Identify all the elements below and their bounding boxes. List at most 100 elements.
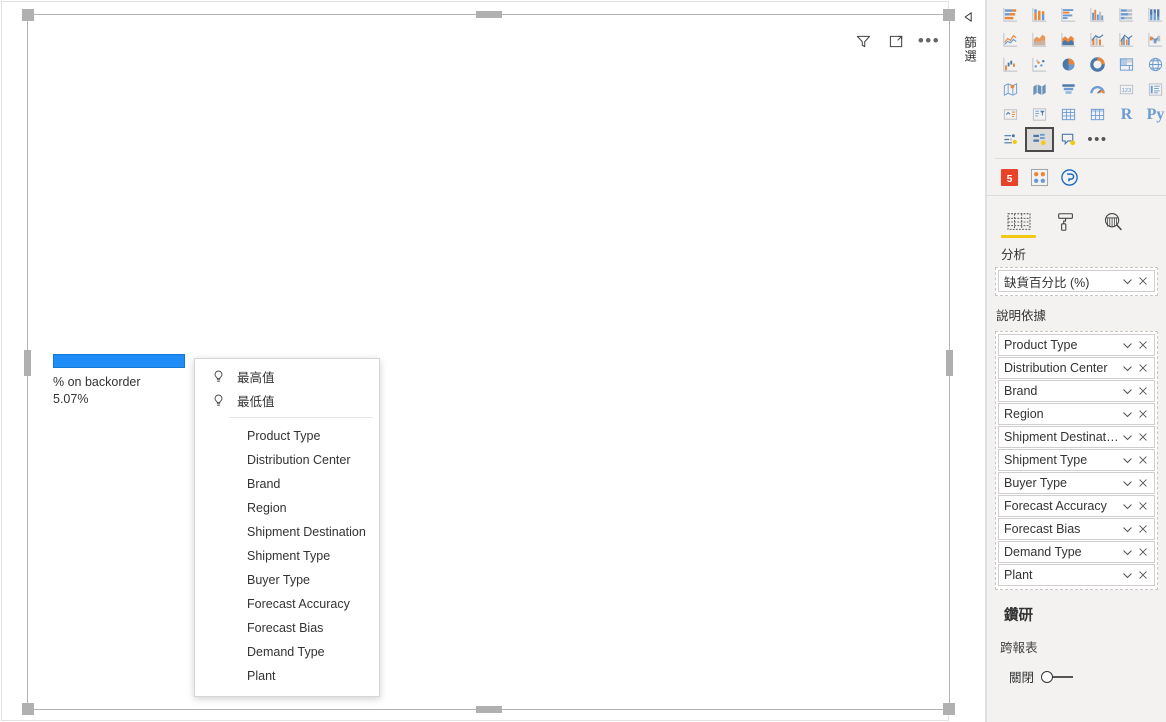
field-chip[interactable]: Shipment Type xyxy=(998,449,1155,471)
python-visual-icon[interactable]: Py xyxy=(1141,102,1166,127)
analytics-tab[interactable] xyxy=(1089,204,1136,238)
resize-handle-bottom-right[interactable] xyxy=(943,703,955,715)
field-chip[interactable]: Product Type xyxy=(998,334,1155,356)
pane-tab-strip[interactable] xyxy=(987,196,1166,238)
treemap-icon[interactable] xyxy=(1112,52,1141,77)
chevron-down-icon[interactable] xyxy=(1119,337,1135,353)
chevron-down-icon[interactable] xyxy=(1119,452,1135,468)
resize-handle-bottom-left[interactable] xyxy=(22,703,34,715)
context-menu-item[interactable]: 最低值 xyxy=(195,388,379,412)
context-menu-field-item[interactable]: Buyer Type xyxy=(195,568,379,592)
field-chip[interactable]: Plant xyxy=(998,564,1155,586)
resize-handle-top-left[interactable] xyxy=(22,9,34,21)
resize-handle-bottom-center[interactable] xyxy=(476,706,502,713)
key-influencers-icon[interactable] xyxy=(996,127,1025,152)
field-chip[interactable]: Forecast Bias xyxy=(998,518,1155,540)
context-menu-field-item[interactable]: Plant xyxy=(195,664,379,688)
field-chip[interactable]: Shipment Destination xyxy=(998,426,1155,448)
format-tab[interactable] xyxy=(1042,204,1089,238)
context-menu-field-item[interactable]: Shipment Type xyxy=(195,544,379,568)
shape-map-icon[interactable] xyxy=(1025,77,1054,102)
drill-toggle-row[interactable]: 關閉 xyxy=(995,656,1158,686)
measure-well-box[interactable]: 缺貨百分比 (%) xyxy=(995,267,1158,296)
context-menu-field-item[interactable]: Forecast Accuracy xyxy=(195,592,379,616)
line-and-clustered-column-chart-icon[interactable] xyxy=(1112,27,1141,52)
pie-chart-icon[interactable] xyxy=(1054,52,1083,77)
stacked-bar-chart-icon[interactable] xyxy=(996,2,1025,27)
field-chip[interactable]: Distribution Center xyxy=(998,357,1155,379)
explain-by-well-box[interactable]: Product Type Distribution Center Brand Regi… xyxy=(995,331,1158,590)
context-menu-field-item[interactable]: Forecast Bias xyxy=(195,616,379,640)
table-icon[interactable] xyxy=(1054,102,1083,127)
context-menu-field-item[interactable]: Shipment Destination xyxy=(195,520,379,544)
multi-row-card-icon[interactable] xyxy=(1141,77,1166,102)
remove-field-icon[interactable] xyxy=(1135,521,1151,537)
chevron-down-icon[interactable] xyxy=(1119,406,1135,422)
visualizations-pane[interactable]: 123 R Py ••• 5 分析 缺貨百分比 (%) 說明依據 Product Ty… xyxy=(986,0,1166,722)
chevron-down-icon[interactable] xyxy=(1119,475,1135,491)
collapse-left-icon[interactable] xyxy=(960,8,978,26)
kpi-icon[interactable] xyxy=(996,102,1025,127)
fields-tab[interactable] xyxy=(995,204,1042,238)
custom-visuals-row[interactable]: 5 xyxy=(987,159,1166,195)
remove-field-icon[interactable] xyxy=(1135,475,1151,491)
remove-field-icon[interactable] xyxy=(1135,544,1151,560)
line-and-stacked-column-chart-icon[interactable] xyxy=(1083,27,1112,52)
more-options-icon[interactable]: ••• xyxy=(918,31,939,51)
remove-field-icon[interactable] xyxy=(1135,406,1151,422)
area-chart-icon[interactable] xyxy=(1025,27,1054,52)
chevron-down-icon[interactable] xyxy=(1119,498,1135,514)
clustered-bar-chart-icon[interactable] xyxy=(1054,2,1083,27)
chevron-down-icon[interactable] xyxy=(1119,273,1135,289)
decomposition-tree-icon[interactable] xyxy=(1025,127,1054,152)
chevron-down-icon[interactable] xyxy=(1119,521,1135,537)
focus-mode-icon[interactable] xyxy=(886,31,906,51)
context-menu-field-item[interactable]: Brand xyxy=(195,472,379,496)
visualization-gallery[interactable]: 123 R Py ••• xyxy=(987,0,1166,156)
clustered-column-chart-icon[interactable] xyxy=(1083,2,1112,27)
cross-report-toggle[interactable] xyxy=(1041,670,1074,683)
context-menu-field-item[interactable]: Distribution Center xyxy=(195,448,379,472)
waterfall-chart-icon[interactable] xyxy=(996,52,1025,77)
influencer-bar[interactable] xyxy=(53,354,185,368)
more-visuals-icon[interactable]: ••• xyxy=(1083,127,1112,152)
filled-map-icon[interactable] xyxy=(996,77,1025,102)
key-influencer-item[interactable]: % on backorder 5.07% xyxy=(53,354,226,408)
field-chip[interactable]: Demand Type xyxy=(998,541,1155,563)
html-content-icon[interactable]: 5 xyxy=(998,166,1020,188)
card-icon[interactable]: 123 xyxy=(1112,77,1141,102)
field-chip[interactable]: 缺貨百分比 (%) xyxy=(998,270,1155,292)
field-chip[interactable]: Brand xyxy=(998,380,1155,402)
resize-handle-top-center[interactable] xyxy=(476,11,502,18)
remove-field-icon[interactable] xyxy=(1135,567,1151,583)
r-script-visual-icon[interactable]: R xyxy=(1112,102,1141,127)
remove-field-icon[interactable] xyxy=(1135,273,1151,289)
resize-handle-middle-right[interactable] xyxy=(946,350,953,376)
chevron-down-icon[interactable] xyxy=(1119,383,1135,399)
context-menu-item[interactable]: 最高值 xyxy=(195,364,379,388)
stacked-area-chart-icon[interactable] xyxy=(1054,27,1083,52)
measure-well[interactable]: 缺貨百分比 (%) xyxy=(995,267,1158,296)
funnel-chart-icon[interactable] xyxy=(1054,77,1083,102)
map-icon[interactable] xyxy=(1141,52,1166,77)
power-apps-visual-icon[interactable] xyxy=(1058,166,1080,188)
get-more-visuals-icon[interactable] xyxy=(1028,166,1050,188)
context-menu-field-item[interactable]: Region xyxy=(195,496,379,520)
chevron-down-icon[interactable] xyxy=(1119,567,1135,583)
report-canvas[interactable]: ••• % on backorder 5.07% 最高值 最低值 Product … xyxy=(0,0,955,722)
explain-by-well[interactable]: Product Type Distribution Center Brand Regi… xyxy=(995,331,1158,590)
chevron-down-icon[interactable] xyxy=(1119,360,1135,376)
remove-field-icon[interactable] xyxy=(1135,452,1151,468)
key-influencers-visual[interactable]: ••• % on backorder 5.07% xyxy=(22,9,955,715)
smart-narrative-icon[interactable] xyxy=(1054,127,1083,152)
chevron-down-icon[interactable] xyxy=(1119,544,1135,560)
chevron-down-icon[interactable] xyxy=(1119,429,1135,445)
field-context-menu[interactable]: 最高值 最低值 Product Type Distribution Center Br… xyxy=(194,358,380,697)
resize-handle-top-right[interactable] xyxy=(943,9,955,21)
remove-field-icon[interactable] xyxy=(1135,498,1151,514)
filters-pane-collapsed[interactable]: 篩選 xyxy=(952,0,986,722)
filter-icon[interactable] xyxy=(853,31,873,51)
line-chart-icon[interactable] xyxy=(996,27,1025,52)
scatter-chart-icon[interactable] xyxy=(1025,52,1054,77)
remove-field-icon[interactable] xyxy=(1135,429,1151,445)
